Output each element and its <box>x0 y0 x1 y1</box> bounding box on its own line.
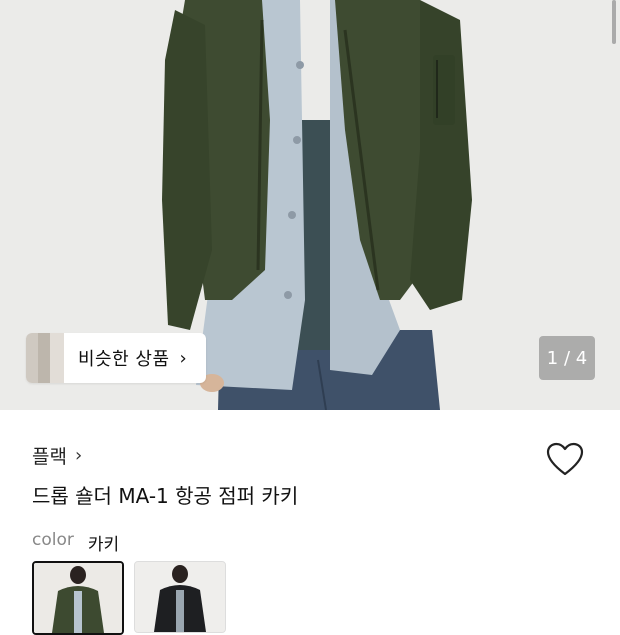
swatch-image-khaki <box>34 563 122 633</box>
heart-icon <box>546 442 584 476</box>
selected-color-value: 카키 <box>87 535 120 555</box>
brand-name: 플랙 <box>32 446 67 468</box>
color-label: color <box>32 530 74 550</box>
scrollbar[interactable] <box>612 0 616 44</box>
chevron-right-icon: › <box>179 347 187 369</box>
color-swatch-black[interactable] <box>134 561 226 633</box>
brand-link[interactable]: 플랙 › <box>32 442 82 469</box>
color-swatch-khaki[interactable] <box>32 561 124 635</box>
swatch-image-black <box>135 562 225 632</box>
similar-products-button[interactable]: 비슷한 상품 › <box>26 333 206 383</box>
product-title: 드롭 숄더 MA-1 항공 점퍼 카키 <box>32 484 299 508</box>
similar-products-label: 비슷한 상품 <box>78 349 170 370</box>
similar-products-thumbnail <box>26 333 64 383</box>
color-option-row: color 카키 <box>32 530 119 555</box>
wishlist-button[interactable] <box>545 440 585 480</box>
image-counter: 1 / 4 <box>539 336 595 380</box>
product-image-gallery[interactable]: 비슷한 상품 › 1 / 4 <box>0 0 620 410</box>
chevron-right-icon: › <box>74 445 83 466</box>
